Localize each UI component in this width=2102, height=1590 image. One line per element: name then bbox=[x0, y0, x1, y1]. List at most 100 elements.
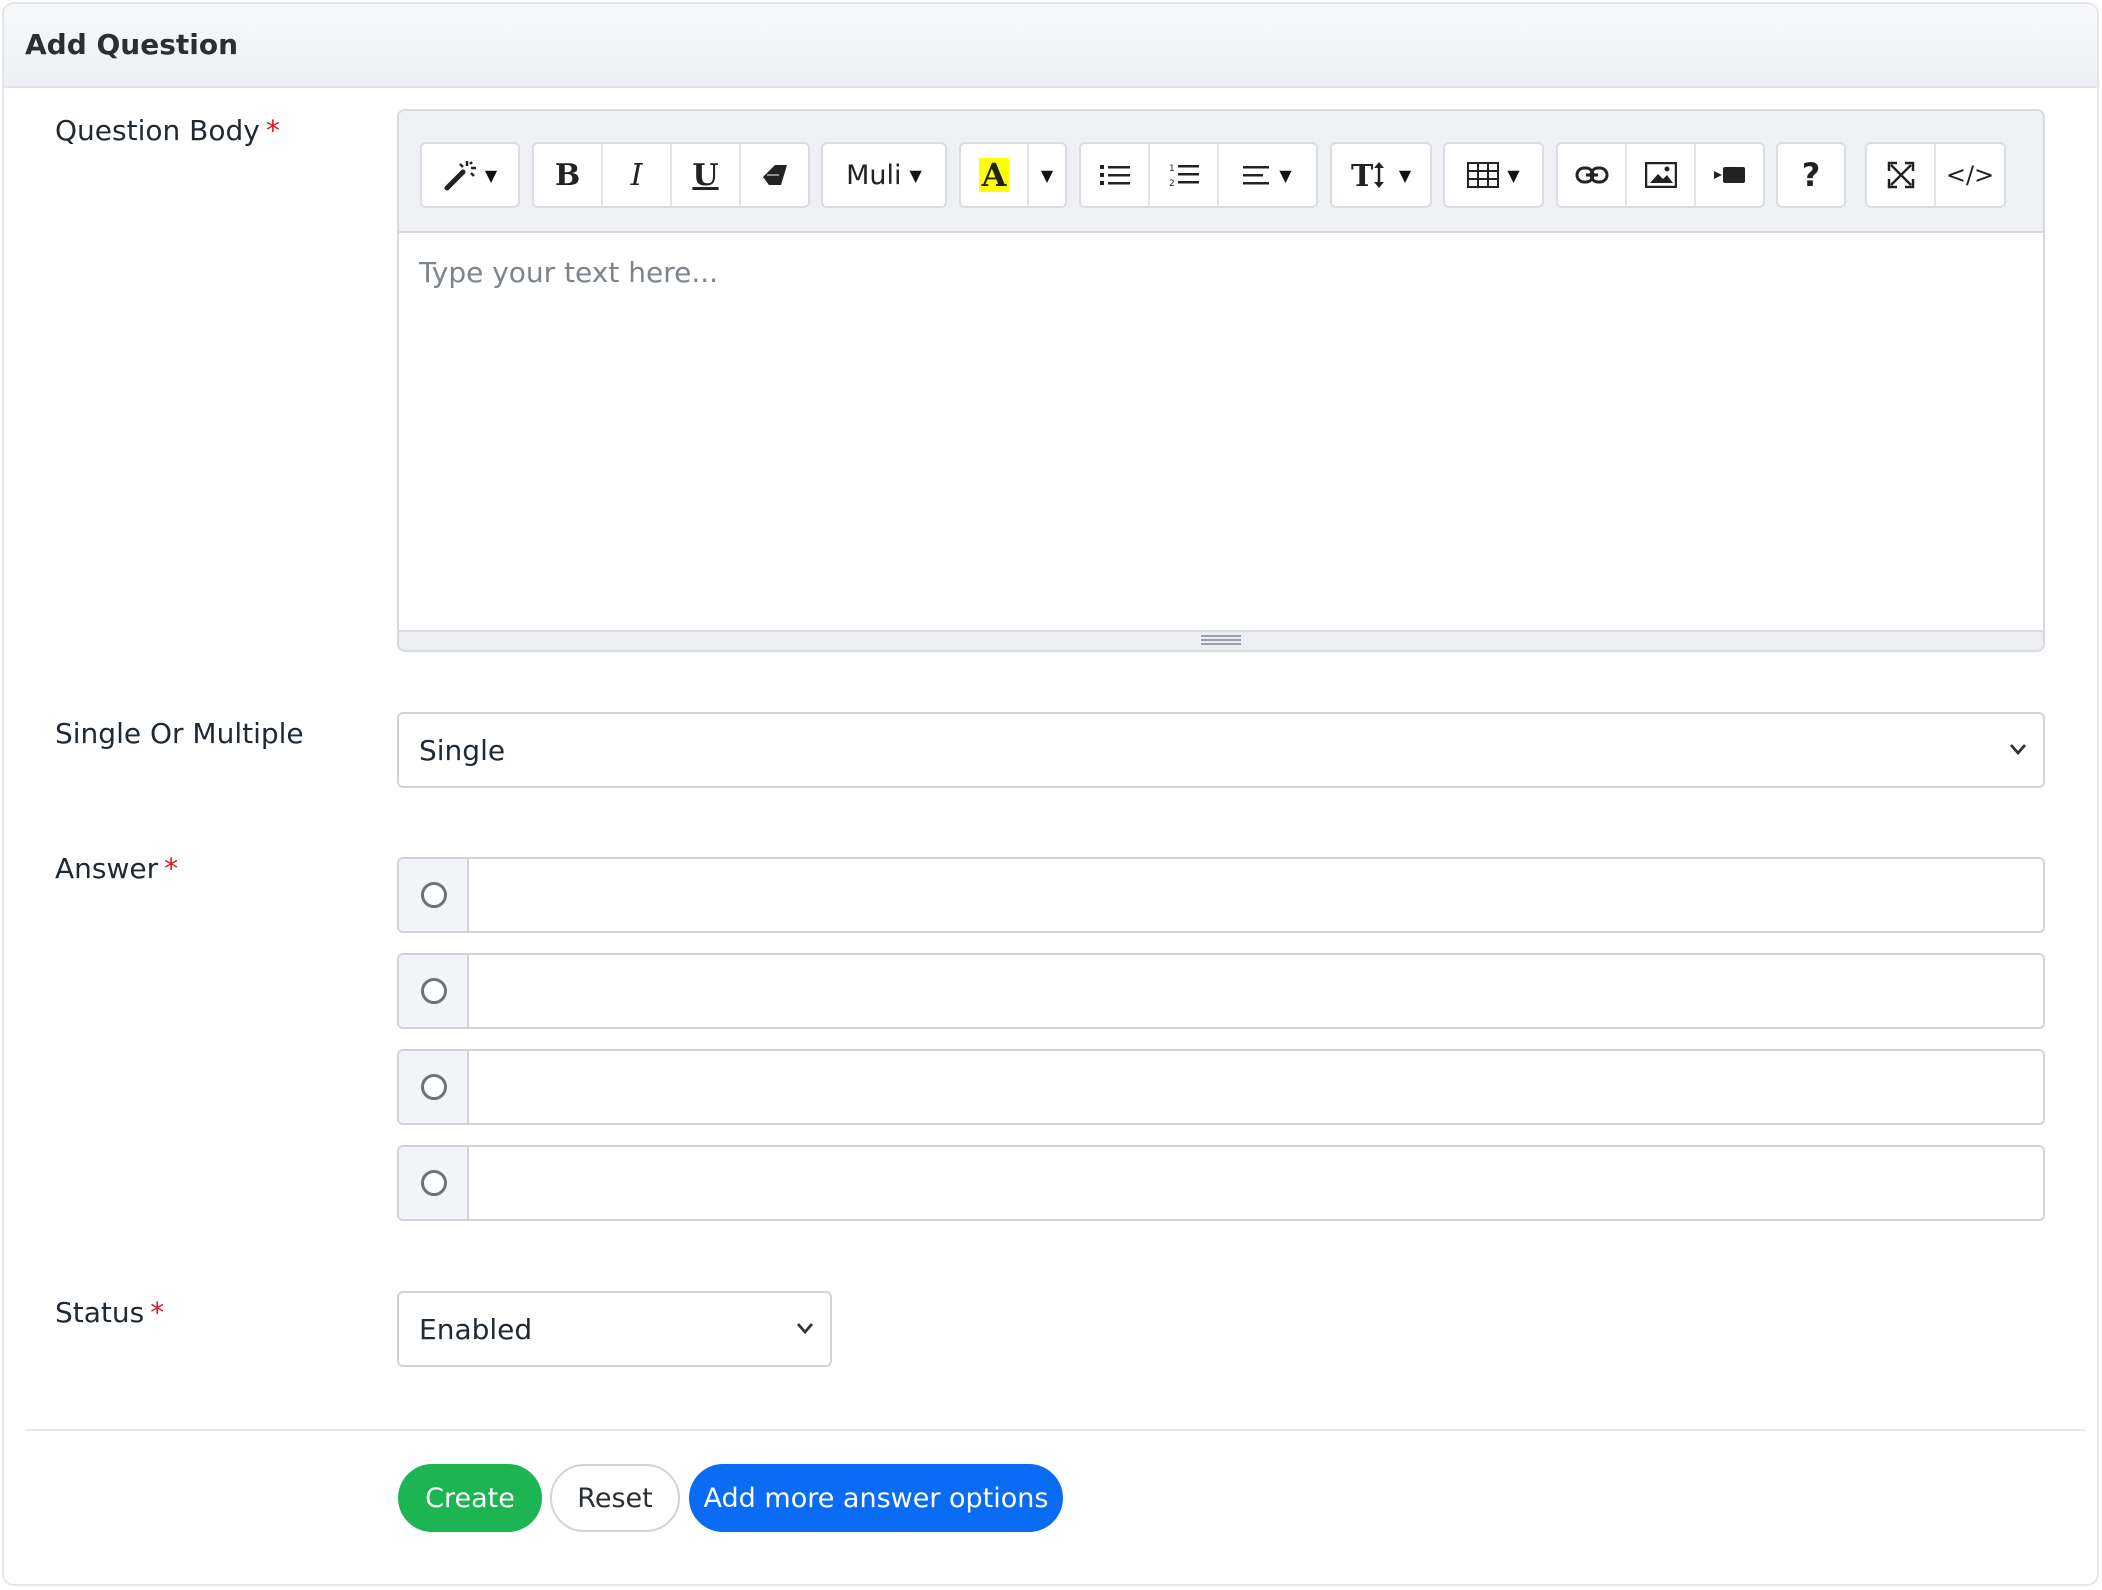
answer-radio-cell bbox=[399, 1147, 469, 1219]
table-group: ▼ bbox=[1443, 142, 1544, 208]
caret-down-icon: ▼ bbox=[1279, 165, 1292, 185]
paragraph-group: 1 2 ▼ bbox=[1079, 142, 1318, 208]
answer-input[interactable] bbox=[471, 859, 2043, 931]
view-group: </> bbox=[1865, 142, 2006, 208]
chevron-down-icon bbox=[796, 1323, 814, 1335]
reset-button[interactable]: Reset bbox=[550, 1464, 680, 1532]
table-dropdown-button[interactable]: ▼ bbox=[1445, 144, 1542, 206]
svg-text:1: 1 bbox=[1169, 164, 1175, 174]
underline-button[interactable]: U bbox=[672, 144, 741, 206]
answer-input[interactable] bbox=[471, 955, 2043, 1027]
color-dropdown-button[interactable]: ▼ bbox=[1029, 144, 1065, 206]
chevron-down-icon bbox=[2009, 744, 2027, 756]
ordered-list-button[interactable]: 1 2 bbox=[1150, 144, 1219, 206]
question-body-label-text: Question Body bbox=[55, 114, 260, 147]
answer-option-row bbox=[397, 857, 2045, 933]
fullscreen-icon bbox=[1887, 161, 1914, 189]
insert-link-button[interactable] bbox=[1558, 144, 1627, 206]
answer-label: Answer * bbox=[55, 852, 178, 885]
answer-label-text: Answer bbox=[55, 852, 159, 885]
numbered-list-icon: 1 2 bbox=[1169, 164, 1199, 188]
text-height-icon: T bbox=[1351, 160, 1384, 190]
insert-video-button[interactable] bbox=[1696, 144, 1763, 206]
answer-radio-cell bbox=[399, 1051, 469, 1123]
single-or-multiple-select[interactable]: Single bbox=[397, 712, 2045, 788]
help-group: ? bbox=[1776, 142, 1846, 208]
code-view-button[interactable]: </> bbox=[1936, 144, 2004, 206]
font-style-group: B I U bbox=[532, 142, 810, 208]
fullscreen-button[interactable] bbox=[1867, 144, 1936, 206]
eraser-icon bbox=[762, 165, 787, 185]
question-body-label: Question Body * bbox=[55, 114, 280, 147]
unordered-list-button[interactable] bbox=[1081, 144, 1150, 206]
answer-option-row bbox=[397, 1145, 2045, 1221]
bullet-list-icon bbox=[1099, 165, 1130, 185]
insert-image-button[interactable] bbox=[1627, 144, 1696, 206]
answer-radio[interactable] bbox=[421, 978, 447, 1004]
answer-input[interactable] bbox=[471, 1147, 2043, 1219]
answer-radio-cell bbox=[399, 955, 469, 1027]
text-color-button[interactable]: A bbox=[961, 144, 1029, 206]
required-mark: * bbox=[164, 852, 179, 885]
grip-icon bbox=[1201, 635, 1241, 645]
add-more-answer-options-button[interactable]: Add more answer options bbox=[689, 1464, 1063, 1532]
link-icon bbox=[1575, 166, 1608, 184]
editor-toolbar: ▼ B I U Muli ▼ A ▼ 1 2 ▼ T ▼ ▼ ? </> bbox=[399, 111, 2043, 233]
caret-down-icon: ▼ bbox=[1507, 165, 1520, 185]
table-icon bbox=[1467, 162, 1500, 188]
italic-icon: I bbox=[630, 157, 643, 193]
status-label: Status * bbox=[55, 1296, 164, 1329]
insert-group bbox=[1556, 142, 1765, 208]
answer-option-row bbox=[397, 953, 2045, 1029]
video-icon bbox=[1713, 167, 1745, 183]
bold-icon: B bbox=[554, 157, 581, 193]
magic-wand-icon bbox=[444, 161, 476, 191]
status-value: Enabled bbox=[419, 1313, 533, 1346]
font-name-label: Muli bbox=[846, 159, 902, 191]
color-group: A ▼ bbox=[959, 142, 1067, 208]
svg-text:2: 2 bbox=[1169, 179, 1175, 188]
caret-down-icon: ▼ bbox=[909, 165, 922, 185]
clear-format-button[interactable] bbox=[741, 144, 808, 206]
required-mark: * bbox=[265, 114, 280, 147]
add-question-card: Add Question Question Body * ▼ B I U Mul… bbox=[2, 2, 2099, 1586]
answer-radio[interactable] bbox=[421, 1074, 447, 1100]
image-icon bbox=[1644, 162, 1677, 188]
caret-down-icon: ▼ bbox=[484, 165, 498, 185]
font-name-group: Muli ▼ bbox=[821, 142, 947, 208]
answer-radio[interactable] bbox=[421, 882, 447, 908]
line-height-dropdown[interactable]: T ▼ bbox=[1332, 144, 1430, 206]
status-label-text: Status bbox=[55, 1296, 145, 1329]
page-title: Add Question bbox=[25, 28, 239, 61]
code-icon: </> bbox=[1945, 161, 1995, 189]
line-height-group: T ▼ bbox=[1330, 142, 1432, 208]
question-mark-icon: ? bbox=[1801, 156, 1821, 194]
required-mark: * bbox=[150, 1296, 165, 1329]
editor-placeholder[interactable]: Type your text here... bbox=[419, 256, 718, 289]
answer-input[interactable] bbox=[471, 1051, 2043, 1123]
editor-resize-handle[interactable] bbox=[399, 630, 2043, 650]
status-select[interactable]: Enabled bbox=[397, 1291, 832, 1367]
style-group: ▼ bbox=[420, 142, 520, 208]
answer-option-row bbox=[397, 1049, 2045, 1125]
card-header: Add Question bbox=[4, 4, 2097, 88]
help-button[interactable]: ? bbox=[1778, 144, 1844, 206]
single-or-multiple-value: Single bbox=[419, 734, 506, 767]
bold-button[interactable]: B bbox=[534, 144, 603, 206]
italic-button[interactable]: I bbox=[603, 144, 672, 206]
highlight-a-icon: A bbox=[978, 158, 1010, 192]
single-or-multiple-label: Single Or Multiple bbox=[55, 717, 304, 750]
underline-icon: U bbox=[692, 157, 719, 193]
answer-radio-cell bbox=[399, 859, 469, 931]
rich-text-editor: ▼ B I U Muli ▼ A ▼ 1 2 ▼ T ▼ ▼ ? </> Typ… bbox=[397, 109, 2045, 652]
align-left-icon bbox=[1243, 166, 1270, 185]
form-divider bbox=[25, 1429, 2085, 1431]
style-dropdown-button[interactable]: ▼ bbox=[422, 144, 518, 206]
caret-down-icon: ▼ bbox=[1398, 165, 1412, 185]
caret-down-icon: ▼ bbox=[1040, 165, 1054, 185]
font-name-dropdown[interactable]: Muli ▼ bbox=[823, 144, 945, 206]
svg-text:T: T bbox=[1351, 160, 1374, 190]
align-dropdown-button[interactable]: ▼ bbox=[1219, 144, 1316, 206]
answer-radio[interactable] bbox=[421, 1170, 447, 1196]
create-button[interactable]: Create bbox=[398, 1464, 542, 1532]
